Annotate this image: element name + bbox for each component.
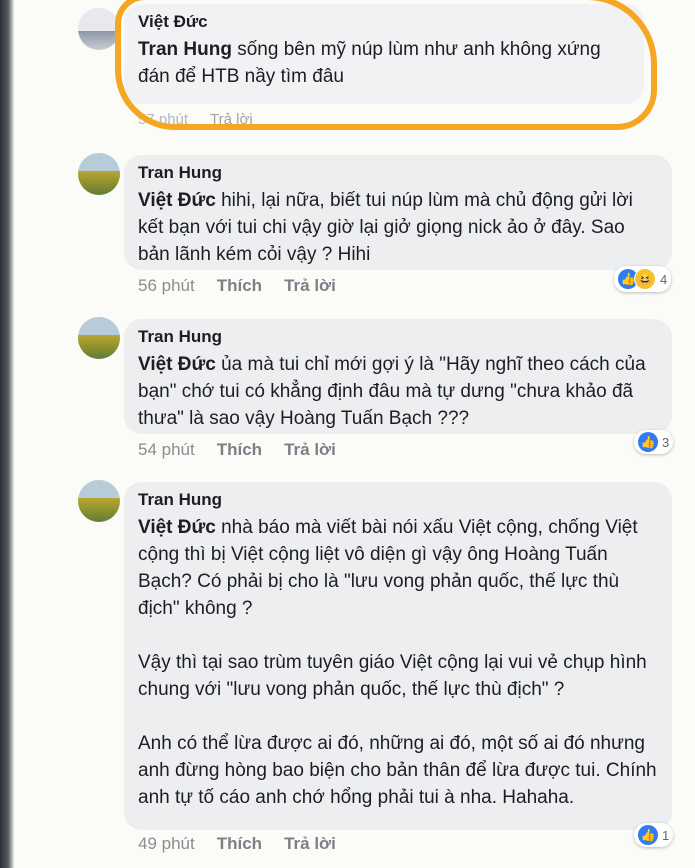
comment-paragraph: Anh có thể lừa được ai đó, những ai đó, … [138, 733, 657, 808]
mention-tag[interactable]: Việt Đức [138, 354, 216, 375]
like-button[interactable]: Thích [217, 834, 262, 854]
comment-text: Việt Đức hihi, lại nữa, biết tui núp lùm… [138, 190, 633, 265]
comment-author[interactable]: Tran Hung [138, 163, 658, 183]
comment-text: Việt Đức ủa mà tui chỉ mới gợi ý là "Hãy… [138, 354, 646, 429]
like-button[interactable]: Thích [217, 276, 262, 296]
reaction-summary[interactable]: 👍 1 [634, 823, 674, 847]
reaction-summary[interactable]: 👍 😆 4 [614, 266, 672, 292]
comment-meta: 54 phút Thích Trả lời [138, 440, 336, 460]
avatar[interactable] [78, 153, 120, 195]
like-button[interactable]: Thích [217, 440, 262, 460]
comment-bubble: Tran Hung Việt Đức nhà báo mà viết bài n… [124, 482, 672, 830]
comment-text: Việt Đức nhà báo mà viết bài nói xấu Việ… [138, 514, 658, 811]
mention-tag[interactable]: Việt Đức [138, 190, 216, 211]
haha-icon: 😆 [634, 268, 656, 290]
comment-bubble: Tran Hung Việt Đức ủa mà tui chỉ mới gợi… [124, 319, 672, 434]
avatar[interactable] [78, 8, 120, 50]
reaction-count: 3 [662, 434, 670, 450]
comment-time[interactable]: 54 phút [138, 440, 195, 460]
comment-bubble: Tran Hung Việt Đức hihi, lại nữa, biết t… [124, 155, 672, 270]
like-icon: 👍 [638, 432, 658, 452]
comment-time[interactable]: 56 phút [138, 276, 195, 296]
reply-button[interactable]: Trả lời [284, 834, 336, 854]
left-edge [0, 0, 14, 868]
like-icon: 👍 [638, 825, 658, 845]
comment-paragraph: Vậy thì tại sao trùm tuyên giáo Việt cộn… [138, 652, 647, 700]
comment-meta: 49 phút Thích Trả lời [138, 834, 336, 854]
comment-meta: 56 phút Thích Trả lời [138, 276, 336, 296]
reply-button[interactable]: Trả lời [284, 440, 336, 460]
highlight-circle [115, 0, 657, 130]
avatar[interactable] [78, 480, 120, 522]
reaction-count: 4 [660, 271, 668, 287]
comment-time[interactable]: 49 phút [138, 834, 195, 854]
reply-button[interactable]: Trả lời [284, 276, 336, 296]
reaction-summary[interactable]: 👍 3 [634, 430, 674, 454]
mention-tag[interactable]: Việt Đức [138, 517, 216, 538]
comment-author[interactable]: Tran Hung [138, 327, 658, 347]
avatar[interactable] [78, 317, 120, 359]
comment-author[interactable]: Tran Hung [138, 490, 658, 510]
reaction-count: 1 [662, 827, 670, 843]
